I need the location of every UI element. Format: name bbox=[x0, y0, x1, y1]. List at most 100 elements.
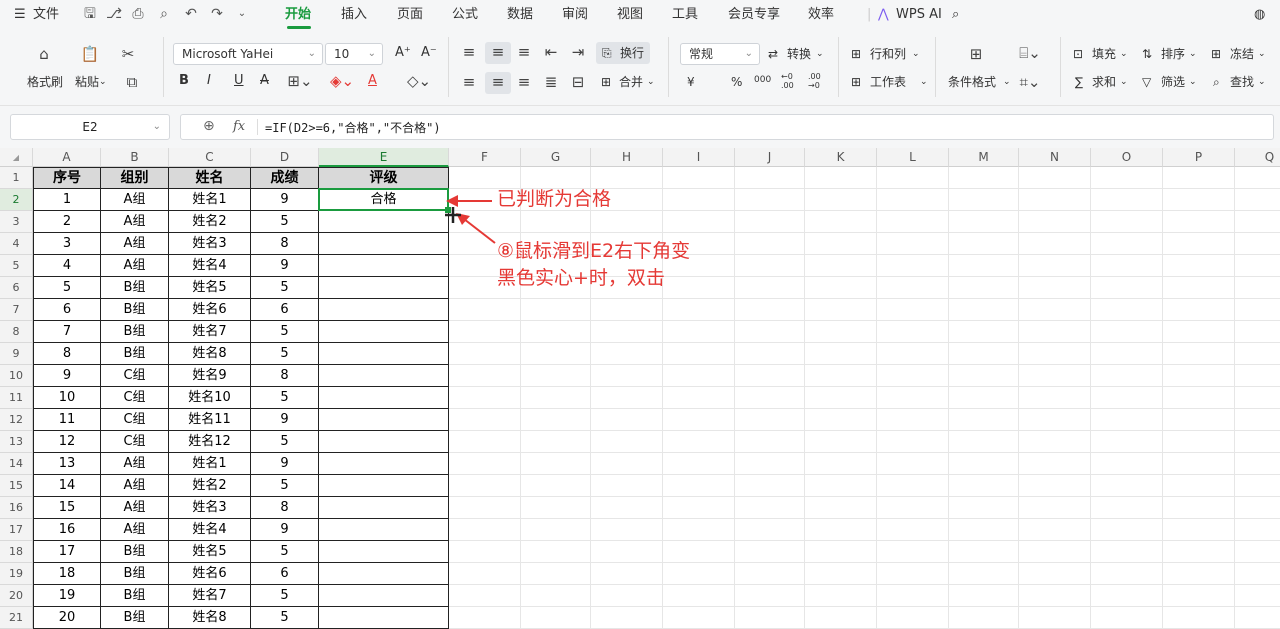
empty-cell[interactable] bbox=[521, 387, 591, 409]
empty-cell[interactable] bbox=[735, 453, 805, 475]
empty-cell[interactable] bbox=[805, 497, 877, 519]
empty-cell[interactable] bbox=[1019, 541, 1091, 563]
row-header[interactable]: 9 bbox=[0, 343, 33, 365]
empty-cell[interactable] bbox=[1091, 607, 1163, 629]
wrap-text-button[interactable]: 换行 bbox=[620, 45, 644, 61]
strikethrough-button[interactable]: A bbox=[260, 73, 269, 89]
font-shrink-button[interactable]: A⁻ bbox=[421, 45, 437, 61]
row-header[interactable]: 2 bbox=[0, 189, 33, 211]
table-header-cell[interactable]: 序号 bbox=[33, 167, 101, 189]
table-cell[interactable] bbox=[319, 321, 449, 343]
empty-cell[interactable] bbox=[449, 167, 521, 189]
empty-cell[interactable] bbox=[1019, 585, 1091, 607]
table-cell[interactable]: 16 bbox=[33, 519, 101, 541]
save-icon[interactable]: 🖫 bbox=[82, 5, 98, 23]
empty-cell[interactable] bbox=[521, 299, 591, 321]
empty-cell[interactable] bbox=[1091, 343, 1163, 365]
empty-cell[interactable] bbox=[449, 343, 521, 365]
empty-cell[interactable] bbox=[735, 607, 805, 629]
column-header-q[interactable]: Q bbox=[1235, 148, 1280, 167]
empty-cell[interactable] bbox=[949, 387, 1019, 409]
empty-cell[interactable] bbox=[735, 343, 805, 365]
freeze-button[interactable]: 冻结 bbox=[1230, 46, 1254, 62]
table-cell[interactable]: 6 bbox=[251, 563, 319, 585]
table-cell[interactable]: 17 bbox=[33, 541, 101, 563]
column-header-l[interactable]: L bbox=[877, 148, 949, 167]
empty-cell[interactable] bbox=[1091, 167, 1163, 189]
table-header-cell[interactable]: 姓名 bbox=[169, 167, 251, 189]
empty-cell[interactable] bbox=[449, 211, 521, 233]
borders-icon[interactable]: ⊞⌄ bbox=[286, 72, 314, 90]
table-cell[interactable]: C组 bbox=[101, 387, 169, 409]
table-cell[interactable]: 6 bbox=[33, 299, 101, 321]
empty-cell[interactable] bbox=[1019, 321, 1091, 343]
empty-cell[interactable] bbox=[805, 585, 877, 607]
table-cell[interactable] bbox=[319, 365, 449, 387]
row-header[interactable]: 7 bbox=[0, 299, 33, 321]
empty-cell[interactable] bbox=[949, 431, 1019, 453]
empty-cell[interactable] bbox=[591, 497, 663, 519]
empty-cell[interactable] bbox=[805, 453, 877, 475]
table-cell[interactable]: 9 bbox=[251, 453, 319, 475]
table-cell[interactable]: 姓名6 bbox=[169, 299, 251, 321]
table-cell[interactable]: 5 bbox=[251, 431, 319, 453]
empty-cell[interactable] bbox=[521, 475, 591, 497]
empty-cell[interactable] bbox=[449, 321, 521, 343]
tab-member[interactable]: 会员专享 bbox=[728, 0, 780, 29]
table-cell[interactable]: 5 bbox=[251, 211, 319, 233]
column-header-f[interactable]: F bbox=[449, 148, 521, 167]
empty-cell[interactable] bbox=[949, 563, 1019, 585]
empty-cell[interactable] bbox=[1163, 211, 1235, 233]
table-cell[interactable] bbox=[319, 541, 449, 563]
empty-cell[interactable] bbox=[877, 497, 949, 519]
empty-cell[interactable] bbox=[663, 607, 735, 629]
empty-cell[interactable] bbox=[1091, 475, 1163, 497]
empty-cell[interactable] bbox=[735, 585, 805, 607]
empty-cell[interactable] bbox=[1163, 519, 1235, 541]
empty-cell[interactable] bbox=[949, 255, 1019, 277]
empty-cell[interactable] bbox=[521, 365, 591, 387]
copy-icon[interactable]: ⧉ bbox=[118, 73, 146, 91]
empty-cell[interactable] bbox=[877, 431, 949, 453]
empty-cell[interactable] bbox=[949, 453, 1019, 475]
tab-formula[interactable]: 公式 bbox=[452, 0, 478, 29]
empty-cell[interactable] bbox=[735, 167, 805, 189]
merge-button[interactable]: 合并 bbox=[619, 74, 643, 90]
empty-cell[interactable] bbox=[591, 409, 663, 431]
empty-cell[interactable] bbox=[877, 189, 949, 211]
tab-view[interactable]: 视图 bbox=[617, 0, 643, 29]
empty-cell[interactable] bbox=[949, 233, 1019, 255]
tab-review[interactable]: 审阅 bbox=[562, 0, 588, 29]
empty-cell[interactable] bbox=[1163, 365, 1235, 387]
empty-cell[interactable] bbox=[805, 475, 877, 497]
table-cell[interactable] bbox=[319, 475, 449, 497]
empty-cell[interactable] bbox=[521, 211, 591, 233]
empty-cell[interactable] bbox=[805, 409, 877, 431]
empty-cell[interactable] bbox=[449, 563, 521, 585]
empty-cell[interactable] bbox=[805, 189, 877, 211]
empty-cell[interactable] bbox=[591, 563, 663, 585]
tab-data[interactable]: 数据 bbox=[507, 0, 533, 29]
empty-cell[interactable] bbox=[805, 563, 877, 585]
format-painter-button[interactable]: 格式刷 bbox=[27, 74, 63, 90]
table-cell[interactable]: A组 bbox=[101, 189, 169, 211]
empty-cell[interactable] bbox=[1163, 299, 1235, 321]
empty-cell[interactable] bbox=[1019, 189, 1091, 211]
empty-cell[interactable] bbox=[663, 409, 735, 431]
empty-cell[interactable] bbox=[591, 453, 663, 475]
empty-cell[interactable] bbox=[1163, 475, 1235, 497]
empty-cell[interactable] bbox=[521, 519, 591, 541]
empty-cell[interactable] bbox=[449, 585, 521, 607]
fill-button[interactable]: 填充 bbox=[1092, 46, 1116, 62]
table-cell[interactable]: 18 bbox=[33, 563, 101, 585]
empty-cell[interactable] bbox=[805, 431, 877, 453]
clear-icon[interactable]: ◇⌄ bbox=[404, 72, 434, 90]
empty-cell[interactable] bbox=[877, 299, 949, 321]
empty-cell[interactable] bbox=[805, 343, 877, 365]
empty-cell[interactable] bbox=[591, 607, 663, 629]
empty-cell[interactable] bbox=[1235, 585, 1280, 607]
empty-cell[interactable] bbox=[1163, 277, 1235, 299]
empty-cell[interactable] bbox=[805, 541, 877, 563]
column-header-c[interactable]: C bbox=[169, 148, 251, 167]
table-cell[interactable]: 姓名1 bbox=[169, 453, 251, 475]
